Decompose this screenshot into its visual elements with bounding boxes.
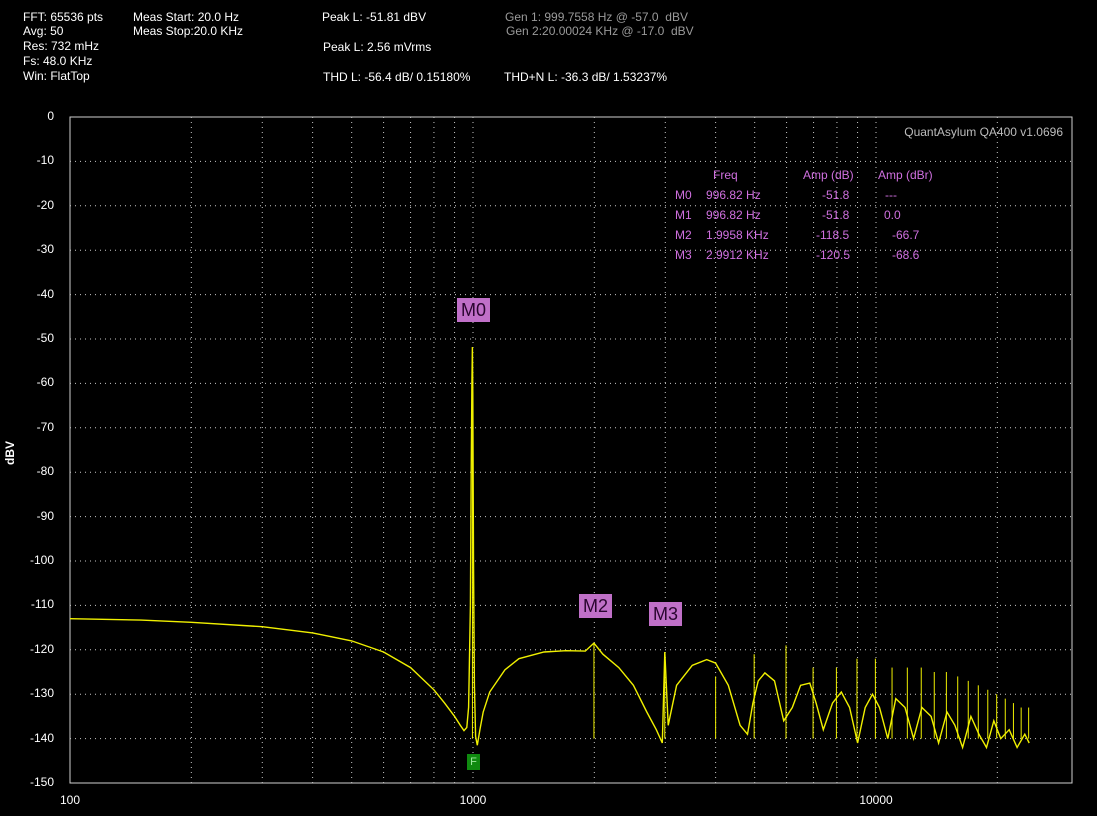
- marker-label-m2[interactable]: M2: [579, 594, 613, 618]
- marker-row-ampr: -66.7: [892, 228, 920, 242]
- marker-row-ampr: 0.0: [884, 208, 901, 222]
- marker-row-name: M3: [675, 248, 692, 262]
- marker-label-m3[interactable]: M3: [649, 602, 683, 626]
- y-tick-label: -140: [29, 730, 54, 745]
- marker-row-freq: 996.82 Hz: [706, 208, 761, 222]
- y-tick-label: -110: [30, 597, 54, 612]
- y-tick-label: -50: [36, 331, 54, 345]
- y-tick-label: -100: [29, 553, 54, 567]
- y-tick-label: -60: [36, 375, 54, 390]
- y-tick-label: -40: [36, 286, 54, 301]
- y-tick-label: -90: [36, 508, 54, 523]
- marker-row-freq: 996.82 Hz: [706, 188, 761, 202]
- y-tick-label: -10: [36, 153, 54, 168]
- marker-row-name: M2: [675, 228, 692, 242]
- spur-lines: [471, 346, 1030, 739]
- y-axis-label: dBV: [3, 441, 17, 465]
- y-tick-label: -30: [36, 242, 54, 257]
- brand-label: QuantAsylum QA400 v1.0696: [904, 125, 1063, 139]
- x-tick-label: 10000: [859, 793, 893, 807]
- marker-row-freq: 1.9958 KHz: [706, 228, 769, 242]
- marker-row-amp: -51.8: [822, 188, 850, 202]
- x-tick-label: 1000: [459, 793, 487, 807]
- y-tick-label: -80: [36, 464, 54, 479]
- y-tick-label: -130: [29, 686, 54, 701]
- marker-table-header-ampr: Amp (dBr): [878, 168, 933, 182]
- marker-row-name: M0: [675, 188, 692, 202]
- fundamental-marker[interactable]: F: [467, 754, 480, 770]
- marker-row-amp: -120.5: [816, 248, 851, 262]
- marker-row-amp: -51.8: [822, 208, 850, 222]
- marker-table-header-amp: Amp (dB): [803, 168, 854, 182]
- marker-row-ampr: ---: [885, 188, 897, 202]
- marker-row-amp: -118.5: [816, 228, 850, 242]
- y-tick-label: 0: [47, 109, 54, 123]
- marker-table-header-freq: Freq: [713, 168, 738, 182]
- x-tick-label: 100: [59, 793, 81, 807]
- spectrum-plot[interactable]: [0, 0, 1097, 816]
- y-tick-label: -120: [29, 641, 54, 656]
- marker-row-ampr: -68.6: [892, 248, 920, 262]
- spectrum-trace: [69, 346, 1030, 750]
- y-tick-label: -70: [36, 419, 54, 434]
- marker-row-name: M1: [675, 208, 692, 222]
- y-tick-label: -20: [36, 197, 54, 212]
- y-tick-label: -150: [29, 775, 54, 789]
- marker-row-freq: 2.9912 KHz: [706, 248, 769, 262]
- marker-label-m0[interactable]: M0: [457, 298, 491, 322]
